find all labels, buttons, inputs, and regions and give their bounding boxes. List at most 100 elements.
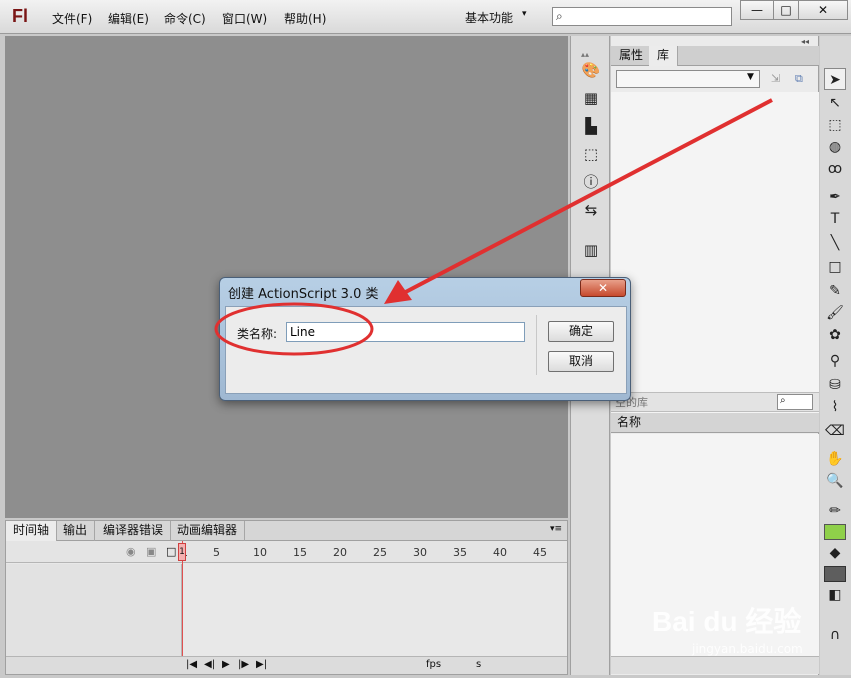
close-button[interactable]: ✕: [798, 0, 848, 20]
collapse-icon[interactable]: ◂◂: [801, 37, 809, 46]
fill-color-icon[interactable]: ◆: [824, 542, 846, 564]
dialog-body: 类名称: 确定 取消: [225, 306, 627, 394]
color-icon[interactable]: 🎨: [581, 60, 601, 80]
align-icon[interactable]: ▙: [581, 116, 601, 136]
eraser-icon[interactable]: ⌫: [824, 420, 846, 442]
first-frame-icon[interactable]: |◀: [186, 659, 197, 670]
frame-tick: 15: [293, 546, 307, 559]
stroke-color-icon[interactable]: ✏: [824, 500, 846, 522]
frame-tick: 5: [213, 546, 220, 559]
transform-icon[interactable]: ⬚: [581, 144, 601, 164]
selection-tool-icon[interactable]: ➤: [824, 68, 846, 90]
class-name-label: 类名称:: [237, 327, 278, 341]
line-tool-icon[interactable]: ╲: [824, 232, 846, 254]
new-library-icon[interactable]: ⧉: [795, 72, 803, 86]
snap-magnet-icon[interactable]: ∩: [824, 624, 846, 646]
pencil-tool-icon[interactable]: ✎: [824, 280, 846, 302]
dialog-close-button[interactable]: ✕: [580, 279, 626, 297]
deco-tool-icon[interactable]: ✿: [824, 324, 846, 346]
frame-tick: 20: [333, 546, 347, 559]
dialog-divider: [536, 315, 537, 375]
tab-properties[interactable]: 属性: [611, 46, 653, 66]
scene-icon[interactable]: ⇆: [581, 200, 601, 220]
frame-tick: 40: [493, 546, 507, 559]
layer-list[interactable]: [6, 564, 182, 656]
baidu-watermark: Bai du 经验 jingyan.baidu.com: [652, 590, 812, 670]
tab-motion-editor[interactable]: 动画编辑器: [170, 521, 246, 541]
lock-icon[interactable]: ▣: [146, 545, 156, 558]
frame-tick: 35: [453, 546, 467, 559]
library-document-select[interactable]: ▼: [616, 70, 760, 88]
pin-icon[interactable]: ⇲: [771, 72, 780, 85]
tab-library[interactable]: 库: [649, 46, 679, 66]
library-column-name[interactable]: 名称: [611, 413, 819, 433]
ok-button[interactable]: 确定: [548, 321, 614, 342]
timeline-tab-bar: 时间轴 输出 编译器错误 动画编辑器 ▾≡: [6, 521, 567, 541]
title-bar: Fl 文件(F) 编辑(E) 命令(C) 窗口(W) 帮助(H) 基本功能 ▾ …: [0, 0, 851, 34]
menu-commands[interactable]: 命令(C): [162, 10, 208, 27]
timeline-controls: |◀ ◀| ▶ |▶ ▶| fps s: [6, 656, 567, 674]
frame-ruler[interactable]: ◉ ▣ □ 1 5 10 15 20 25 30 35 40 45: [6, 541, 567, 563]
maximize-button[interactable]: □: [773, 0, 799, 20]
play-icon[interactable]: ▶: [222, 659, 230, 670]
lasso-icon[interactable]: ꝏ: [824, 158, 846, 180]
swatches-icon[interactable]: ▦: [581, 88, 601, 108]
create-class-dialog: 创建 ActionScript 3.0 类 ✕ 类名称: 确定 取消: [219, 277, 631, 401]
menu-edit[interactable]: 编辑(E): [106, 10, 151, 27]
class-name-input[interactable]: [286, 322, 525, 342]
current-frame-marker[interactable]: 1: [178, 543, 186, 561]
search-input[interactable]: ⌕: [552, 7, 732, 26]
library-icon[interactable]: ▥: [581, 240, 601, 260]
timeline-panel: 时间轴 输出 编译器错误 动画编辑器 ▾≡ ◉ ▣ □ 1 5 10 15 20…: [5, 520, 568, 675]
watermark-brand: Bai du 经验: [652, 606, 802, 637]
step-back-icon[interactable]: ◀|: [204, 659, 215, 670]
stroke-color-swatch[interactable]: [824, 524, 846, 540]
panel-menu-icon[interactable]: ▾≡: [550, 524, 562, 534]
cancel-button[interactable]: 取消: [548, 351, 614, 372]
fps-label: fps: [426, 659, 442, 670]
paint-bucket-icon[interactable]: ⛁: [824, 374, 846, 396]
eyedropper-icon[interactable]: ⌇: [824, 396, 846, 418]
library-preview: [611, 92, 819, 422]
3d-rotation-icon[interactable]: ◍: [824, 136, 846, 158]
tab-output[interactable]: 输出: [56, 521, 96, 541]
chevron-down-icon: ▼: [747, 72, 754, 82]
watermark-url: jingyan.baidu.com: [692, 642, 803, 656]
fill-color-swatch[interactable]: [824, 566, 846, 582]
step-forward-icon[interactable]: |▶: [238, 659, 249, 670]
dialog-title: 创建 ActionScript 3.0 类: [228, 287, 379, 302]
minimize-button[interactable]: —: [740, 0, 774, 20]
rectangle-tool-icon[interactable]: □: [824, 256, 846, 278]
frame-tick: 25: [373, 546, 387, 559]
frame-tick: 30: [413, 546, 427, 559]
hand-tool-icon[interactable]: ✋: [824, 448, 846, 470]
workspace-switcher[interactable]: 基本功能: [465, 9, 513, 26]
menu-help[interactable]: 帮助(H): [282, 10, 328, 27]
library-search-input[interactable]: ⌕: [777, 394, 813, 410]
tab-compiler-errors[interactable]: 编译器错误: [96, 521, 172, 541]
chevron-down-icon[interactable]: ▾: [522, 9, 527, 19]
menu-file[interactable]: 文件(F): [50, 10, 94, 27]
tab-timeline[interactable]: 时间轴: [6, 521, 58, 541]
grip-icon[interactable]: ▴▴: [581, 50, 589, 59]
search-icon: ⌕: [780, 395, 786, 406]
frame-tick: 45: [533, 546, 547, 559]
flash-logo: Fl: [12, 6, 28, 26]
menu-window[interactable]: 窗口(W): [220, 10, 269, 27]
eye-icon[interactable]: ◉: [126, 545, 136, 558]
default-colors-icon[interactable]: ◧: [824, 584, 846, 606]
search-icon: ⌕: [556, 9, 563, 23]
info-icon[interactable]: ⓘ: [581, 172, 601, 192]
bone-tool-icon[interactable]: ⚲: [824, 350, 846, 372]
pen-tool-icon[interactable]: ✒: [824, 186, 846, 208]
panel-tab-bar: 属性 库: [611, 46, 819, 66]
library-panel: ◂◂ 属性 库 ▼ ⇲ ⧉ 空的库 ⌕ 名称: [611, 36, 819, 675]
outline-icon[interactable]: □: [166, 545, 176, 558]
free-transform-icon[interactable]: ⬚: [824, 114, 846, 136]
brush-tool-icon[interactable]: 🖌: [824, 302, 846, 324]
tools-panel: ➤ ↖ ⬚ ◍ ꝏ ✒ T ╲ □ ✎ 🖌 ✿ ⚲ ⛁ ⌇ ⌫ ✋ 🔍 ✏ ◆ …: [820, 36, 851, 675]
subselection-tool-icon[interactable]: ↖: [824, 92, 846, 114]
zoom-tool-icon[interactable]: 🔍: [824, 470, 846, 492]
text-tool-icon[interactable]: T: [824, 208, 846, 230]
last-frame-icon[interactable]: ▶|: [256, 659, 267, 670]
